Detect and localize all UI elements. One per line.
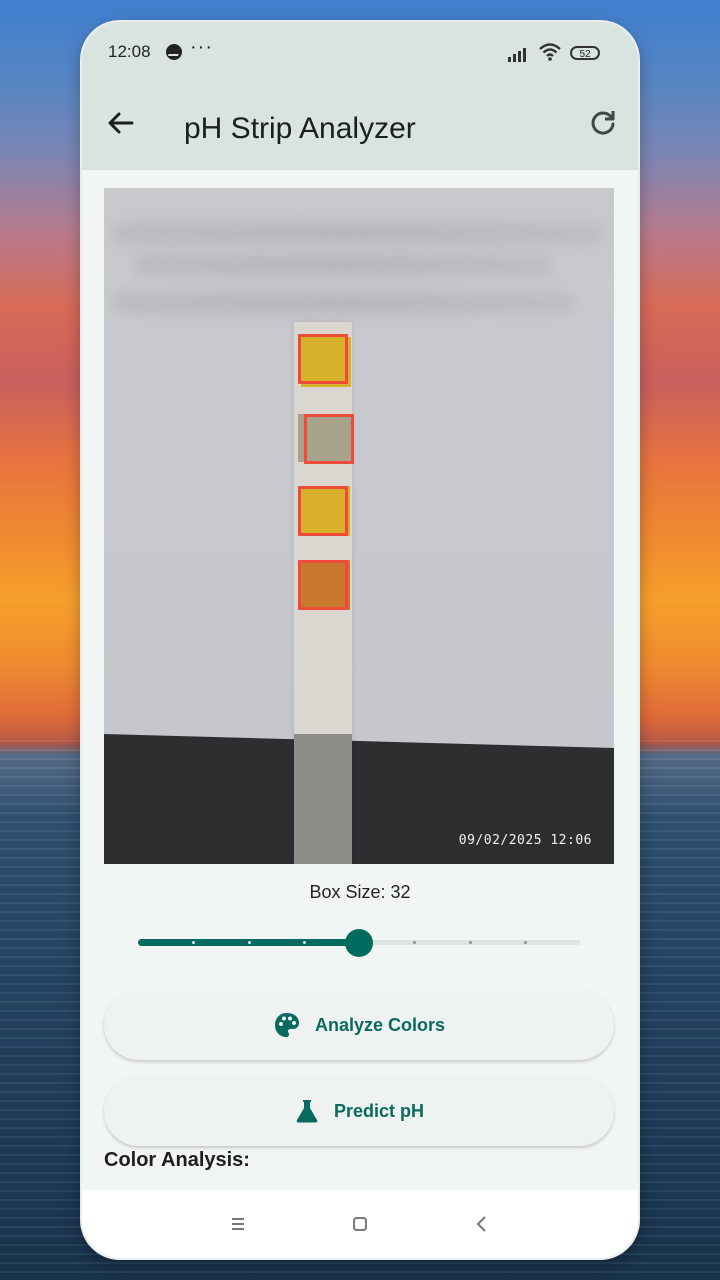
photo-background-blur	[114, 292, 574, 314]
slider-tick	[524, 941, 527, 944]
strip-pad-4	[298, 560, 350, 610]
slider-tick	[303, 941, 306, 944]
wifi-icon	[539, 43, 561, 61]
photo-background-blur	[134, 254, 554, 276]
messenger-icon	[166, 44, 182, 60]
strip-pad-3	[298, 486, 350, 536]
more-notifications-icon: ···	[190, 36, 213, 58]
detection-box	[304, 414, 354, 464]
slider-tick	[413, 941, 416, 944]
strip-photo: 09/02/2025 12:06	[104, 188, 614, 864]
app-bar: pH Strip Analyzer	[82, 82, 638, 170]
predict-ph-button[interactable]: Predict pH	[104, 1076, 614, 1146]
detection-box	[298, 486, 348, 536]
arrow-left-icon[interactable]	[104, 106, 138, 140]
box-size-label: Box Size: 32	[309, 882, 411, 902]
menu-icon[interactable]	[226, 1212, 250, 1236]
main-content: 09/02/2025 12:06 Box Size: 32 Analyze Co…	[82, 170, 638, 1190]
slider-tick	[192, 941, 195, 944]
analyze-colors-button[interactable]: Analyze Colors	[104, 990, 614, 1060]
photo-timestamp: 09/02/2025 12:06	[458, 833, 592, 848]
back-icon[interactable]	[470, 1212, 494, 1236]
refresh-icon[interactable]	[586, 106, 620, 140]
photo-background-blur	[114, 222, 604, 244]
detection-box	[298, 560, 348, 610]
ph-strip-shadow	[294, 734, 352, 864]
strip-pad-1	[298, 334, 351, 387]
phone-screen: 12:08 ··· 52 pH Strip Analyzer 09/02/202…	[82, 22, 638, 1258]
palette-icon	[274, 1013, 299, 1037]
slider-thumb[interactable]	[345, 929, 373, 957]
strip-pad-2	[298, 414, 354, 464]
page-title: pH Strip Analyzer	[184, 112, 416, 145]
flask-icon	[296, 1100, 318, 1123]
slider-tick	[469, 941, 472, 944]
box-size-slider[interactable]	[138, 928, 580, 958]
slider-tick	[248, 941, 251, 944]
home-icon[interactable]	[348, 1212, 372, 1236]
system-nav-bar	[82, 1190, 638, 1258]
status-bar: 12:08 ··· 52	[82, 22, 638, 82]
status-time: 12:08	[108, 42, 151, 61]
signal-icon	[508, 46, 532, 62]
detection-box	[298, 334, 348, 384]
predict-ph-label: Predict pH	[333, 1100, 425, 1121]
analyze-colors-label: Analyze Colors	[314, 1014, 446, 1035]
color-analysis-heading: Color Analysis:	[104, 1149, 250, 1171]
battery-indicator: 52	[570, 46, 600, 60]
